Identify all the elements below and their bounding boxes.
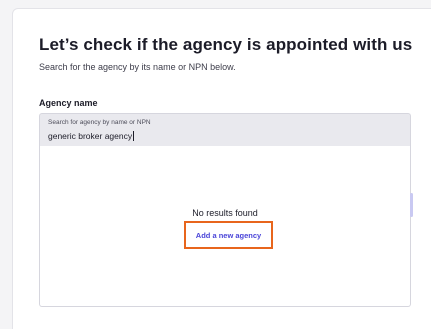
search-results-dropdown: No results found Add a new agency bbox=[39, 146, 411, 307]
search-input-value[interactable]: generic broker agency bbox=[48, 131, 135, 141]
page-title: Let’s check if the agency is appointed w… bbox=[39, 35, 413, 54]
add-new-agency-link[interactable]: Add a new agency bbox=[184, 221, 273, 249]
page-subtitle: Search for the agency by its name or NPN… bbox=[39, 62, 236, 72]
text-caret bbox=[133, 131, 135, 141]
search-value-text: generic broker agency bbox=[48, 131, 133, 141]
scrollbar-thumb[interactable] bbox=[410, 193, 413, 217]
agency-name-label: Agency name bbox=[39, 98, 98, 108]
no-results-message: No results found bbox=[192, 208, 258, 218]
agency-search-input[interactable]: Search for agency by name or NPN generic… bbox=[39, 113, 411, 146]
search-input-label: Search for agency by name or NPN bbox=[48, 119, 151, 126]
